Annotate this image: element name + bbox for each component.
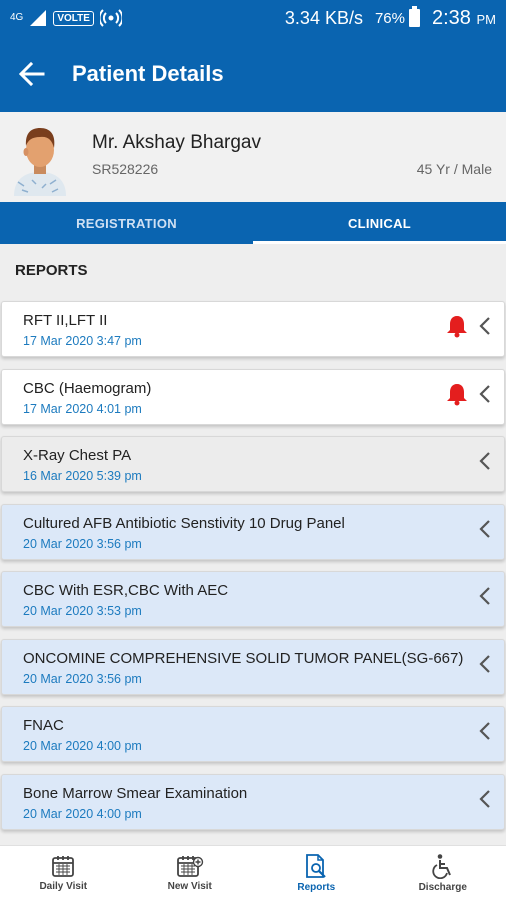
page-title: Patient Details <box>72 61 224 86</box>
signal-icon <box>30 10 47 26</box>
report-date: 20 Mar 2020 4:00 pm <box>23 806 142 821</box>
tab-clinical[interactable]: CLINICAL <box>253 202 506 244</box>
volte-badge: VOLTE <box>53 10 94 26</box>
chevron-left-icon[interactable] <box>478 316 492 336</box>
alert-bell-icon <box>447 383 467 405</box>
report-date: 20 Mar 2020 4:00 pm <box>23 739 142 753</box>
bottom-nav: Daily Visit New Visit Reports Discharge <box>0 845 506 900</box>
report-name: FNAC <box>23 717 64 734</box>
nav-discharge[interactable]: Discharge <box>380 846 506 900</box>
chevron-left-icon[interactable] <box>478 789 492 809</box>
battery: 76% <box>374 6 420 27</box>
report-search-icon <box>306 854 327 878</box>
report-item[interactable]: CBC (Haemogram) 17 Mar 2020 4:01 pm <box>1 368 505 425</box>
reports-section-title: REPORTS <box>15 262 88 279</box>
chevron-left-icon[interactable] <box>478 451 492 471</box>
chevron-left-icon[interactable] <box>478 519 492 539</box>
tab-registration[interactable]: REGISTRATION <box>0 202 253 244</box>
patient-gender: Male <box>461 161 492 177</box>
status-left: 4G VOLTE <box>10 9 122 27</box>
chevron-left-icon[interactable] <box>478 384 492 404</box>
patient-age: 45 Yr <box>416 161 450 177</box>
report-name: CBC (Haemogram) <box>23 379 152 397</box>
back-button[interactable] <box>0 36 64 112</box>
report-date: 17 Mar 2020 3:47 pm <box>23 334 142 348</box>
patient-name: Mr. Akshay Bhargav <box>92 132 261 153</box>
battery-percent: 76% <box>374 9 405 27</box>
nav-label: Daily Visit <box>39 881 88 892</box>
alert-bell-icon <box>447 316 467 338</box>
report-date: 17 Mar 2020 4:01 pm <box>23 401 142 416</box>
nav-label: Discharge <box>418 882 467 893</box>
clock-ampm: PM <box>476 11 497 27</box>
network-type: 4G <box>10 12 24 23</box>
report-item[interactable]: FNAC 20 Mar 2020 4:00 pm <box>1 706 505 762</box>
nav-new-visit[interactable]: New Visit <box>127 846 254 900</box>
report-name: X-Ray Chest PA <box>23 447 132 464</box>
report-name: RFT II,LFT II <box>23 312 108 329</box>
patient-id: SR528226 <box>92 161 159 177</box>
report-item[interactable]: ONCOMINE COMPREHENSIVE SOLID TUMOR PANEL… <box>1 638 505 695</box>
hotspot-icon <box>99 9 122 27</box>
nav-reports[interactable]: Reports <box>253 846 380 900</box>
report-item[interactable]: CBC With ESR,CBC With AEC 20 Mar 2020 3:… <box>1 571 505 627</box>
report-date: 20 Mar 2020 3:56 pm <box>23 671 142 686</box>
report-item[interactable]: RFT II,LFT II 17 Mar 2020 3:47 pm <box>1 301 505 357</box>
report-date: 16 Mar 2020 5:39 pm <box>23 469 142 483</box>
report-list: RFT II,LFT II 17 Mar 2020 3:47 pm CBC (H… <box>1 301 505 841</box>
back-arrow-icon <box>19 62 45 86</box>
chevron-left-icon[interactable] <box>478 721 492 741</box>
clock-time: 2:38 <box>432 6 471 29</box>
status-bar: 4G VOLTE 3.34 KB/s 76% 2:38 PM <box>0 0 506 36</box>
patient-avatar-icon <box>14 128 66 196</box>
calendar-icon <box>52 856 75 877</box>
report-item[interactable]: Cultured AFB Antibiotic Senstivity 10 Dr… <box>1 503 505 560</box>
chevron-left-icon[interactable] <box>478 654 492 674</box>
report-name: Cultured AFB Antibiotic Senstivity 10 Dr… <box>23 514 345 532</box>
clock: 2:38 PM <box>432 7 496 30</box>
tab-bar: REGISTRATION CLINICAL <box>0 202 506 244</box>
report-item[interactable]: Bone Marrow Smear Examination 20 Mar 202… <box>1 773 505 830</box>
report-item[interactable]: X-Ray Chest PA 16 Mar 2020 5:39 pm <box>1 436 505 492</box>
wheelchair-icon <box>432 854 451 879</box>
report-date: 20 Mar 2020 3:53 pm <box>23 604 142 618</box>
patient-header: Mr. Akshay Bhargav SR528226 45 Yr / Male <box>0 112 506 202</box>
chevron-left-icon[interactable] <box>478 586 492 606</box>
network-speed: 3.34 KB/s <box>284 7 363 28</box>
age-gender-separator: / <box>449 161 462 177</box>
nav-label: Reports <box>297 882 336 893</box>
report-name: Bone Marrow Smear Examination <box>23 784 248 802</box>
nav-daily-visit[interactable]: Daily Visit <box>0 846 127 900</box>
status-right: 3.34 KB/s 76% 2:38 PM <box>284 6 496 30</box>
nav-label: New Visit <box>167 881 212 892</box>
patient-age-gender: 45 Yr / Male <box>417 161 492 177</box>
battery-icon <box>409 6 420 27</box>
app-bar: Patient Details <box>0 36 506 112</box>
report-name: ONCOMINE COMPREHENSIVE SOLID TUMOR PANEL… <box>23 649 464 667</box>
report-name: CBC With ESR,CBC With AEC <box>23 582 229 599</box>
report-date: 20 Mar 2020 3:56 pm <box>23 536 142 551</box>
calendar-add-icon <box>176 856 203 877</box>
